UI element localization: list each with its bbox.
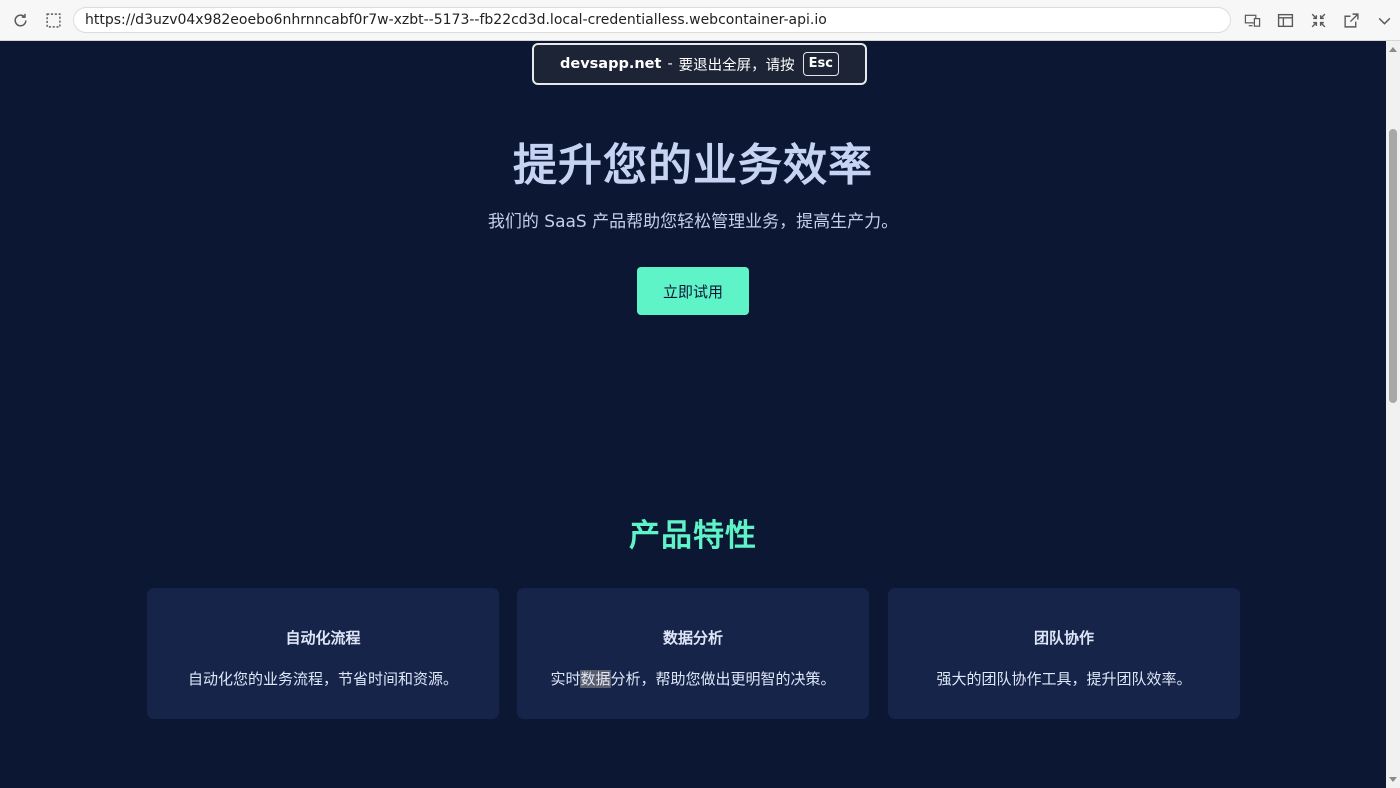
scroll-up-arrow-icon[interactable] [1389, 47, 1397, 52]
feature-card-desc: 强大的团队协作工具，提升团队效率。 [936, 670, 1192, 688]
hero-title: 提升您的业务效率 [513, 140, 873, 191]
fullscreen-notice: devsapp.net - 要退出全屏，请按 Esc [532, 43, 867, 85]
notice-message: 要退出全屏，请按 [678, 57, 795, 74]
feature-desc-part: 分析，帮助您做出更明智的决策。 [610, 670, 836, 688]
reload-icon[interactable] [8, 8, 32, 32]
feature-desc-part: 实时 [550, 670, 581, 688]
hero-subtitle: 我们的 SaaS 产品帮助您轻松管理业务，提高生产力。 [487, 212, 899, 232]
feature-card-automation: 自动化流程 自动化您的业务流程，节省时间和资源。 [147, 588, 499, 719]
feature-card-collaboration: 团队协作 强大的团队协作工具，提升团队效率。 [888, 588, 1240, 719]
page-content: devsapp.net - 要退出全屏，请按 Esc 提升您的业务效率 我们的 … [0, 41, 1386, 788]
chevron-down-icon[interactable] [1372, 8, 1396, 32]
feature-card-desc: 实时数据分析，帮助您做出更明智的决策。 [517, 668, 869, 689]
address-bar[interactable]: https://d3uzv04x982eoebo6nhrnncabf0r7w-x… [73, 7, 1231, 33]
layout-icon[interactable] [1273, 8, 1297, 32]
notice-domain: devsapp.net [560, 56, 662, 72]
esc-key-badge: Esc [802, 52, 839, 76]
vertical-scrollbar[interactable] [1386, 41, 1400, 788]
features-title: 产品特性 [629, 518, 757, 554]
feature-card-desc: 自动化您的业务流程，节省时间和资源。 [187, 670, 458, 688]
url-text: https://d3uzv04x982eoebo6nhrnncabf0r7w-x… [85, 12, 827, 28]
screenshot-select-icon[interactable] [41, 8, 65, 32]
text-selection-highlight: 数据 [580, 670, 611, 688]
try-now-button[interactable]: 立即试用 [637, 267, 749, 315]
browser-toolbar: https://d3uzv04x982eoebo6nhrnncabf0r7w-x… [0, 0, 1400, 41]
feature-card-title: 数据分析 [662, 629, 723, 647]
feature-card-title: 团队协作 [1033, 629, 1094, 647]
notice-separator: - [667, 56, 673, 72]
feature-card-analytics: 数据分析 实时数据分析，帮助您做出更明智的决策。 [517, 588, 869, 719]
device-mode-icon[interactable] [1240, 8, 1264, 32]
scroll-down-arrow-icon[interactable] [1389, 777, 1397, 782]
open-new-window-icon[interactable] [1339, 8, 1363, 32]
exit-fullscreen-icon[interactable] [1306, 8, 1330, 32]
feature-card-title: 自动化流程 [285, 629, 361, 647]
scrollbar-thumb[interactable] [1389, 129, 1397, 403]
